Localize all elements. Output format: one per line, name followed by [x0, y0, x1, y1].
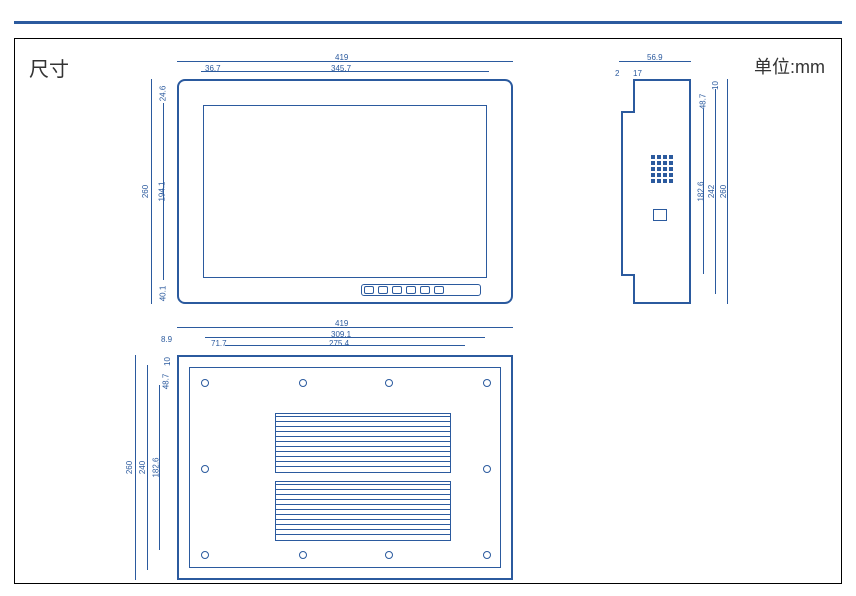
dim-side-height: 260 — [719, 185, 728, 198]
dim-side-inner: 242 — [707, 185, 716, 198]
mount-hole — [483, 465, 491, 473]
side-view — [633, 79, 691, 304]
dim-line — [151, 79, 152, 304]
mount-hole — [201, 465, 209, 473]
drawing-frame: 尺寸 单位:mm 419 36.7 345.7 260 194.1 24.6 4… — [14, 38, 842, 584]
mount-hole — [385, 551, 393, 559]
mount-hole — [201, 379, 209, 387]
dim-back-upper: 48.7 — [161, 374, 170, 390]
front-view — [177, 79, 513, 304]
dim-side-inset: 17 — [633, 69, 642, 78]
dim-back-top: 10 — [163, 357, 172, 366]
dim-line — [135, 355, 136, 580]
dim-back-width: 419 — [335, 319, 348, 328]
dim-back-height: 260 — [125, 461, 134, 474]
header-rule — [14, 10, 842, 24]
mount-hole — [299, 379, 307, 387]
dim-bezel-bottom: 40.1 — [158, 286, 167, 302]
dim-side-depth: 56.9 — [647, 53, 663, 62]
mount-hole — [299, 551, 307, 559]
dim-back-mount: 71.7 — [211, 339, 227, 348]
dim-back-inner-w: 309.1 — [331, 330, 351, 339]
heatsink-upper — [275, 413, 451, 473]
dim-back-inner-h: 240 — [138, 461, 147, 474]
front-control-strip — [361, 284, 481, 296]
dim-bezel-left: 36.7 — [205, 64, 221, 73]
dim-screen-width: 345.7 — [331, 64, 351, 73]
dim-heatsink-w: 275.4 — [329, 339, 349, 348]
mount-hole — [385, 379, 393, 387]
dim-side-mid: 182.6 — [697, 181, 706, 201]
dim-bezel-top: 24.6 — [158, 86, 167, 102]
mount-hole — [483, 379, 491, 387]
side-port-area — [645, 155, 681, 235]
dim-side-bracket: 48.7 — [698, 94, 707, 110]
dim-front-height: 260 — [141, 185, 150, 198]
section-title: 尺寸 — [29, 53, 69, 82]
mount-hole — [201, 551, 209, 559]
side-mount-bracket — [621, 111, 635, 276]
heatsink-lower — [275, 481, 451, 541]
dim-side-panel: 2 — [615, 69, 619, 78]
dim-screen-height: 194.1 — [158, 181, 167, 201]
unit-label: 单位:mm — [754, 53, 825, 79]
dim-back-edge: 8.9 — [161, 335, 172, 344]
dim-heatsink-h: 182.6 — [152, 457, 161, 477]
mount-hole — [483, 551, 491, 559]
dim-side-top: 10 — [711, 81, 720, 90]
back-view — [177, 355, 513, 580]
dim-front-width: 419 — [335, 53, 348, 62]
front-screen-area — [203, 105, 487, 278]
